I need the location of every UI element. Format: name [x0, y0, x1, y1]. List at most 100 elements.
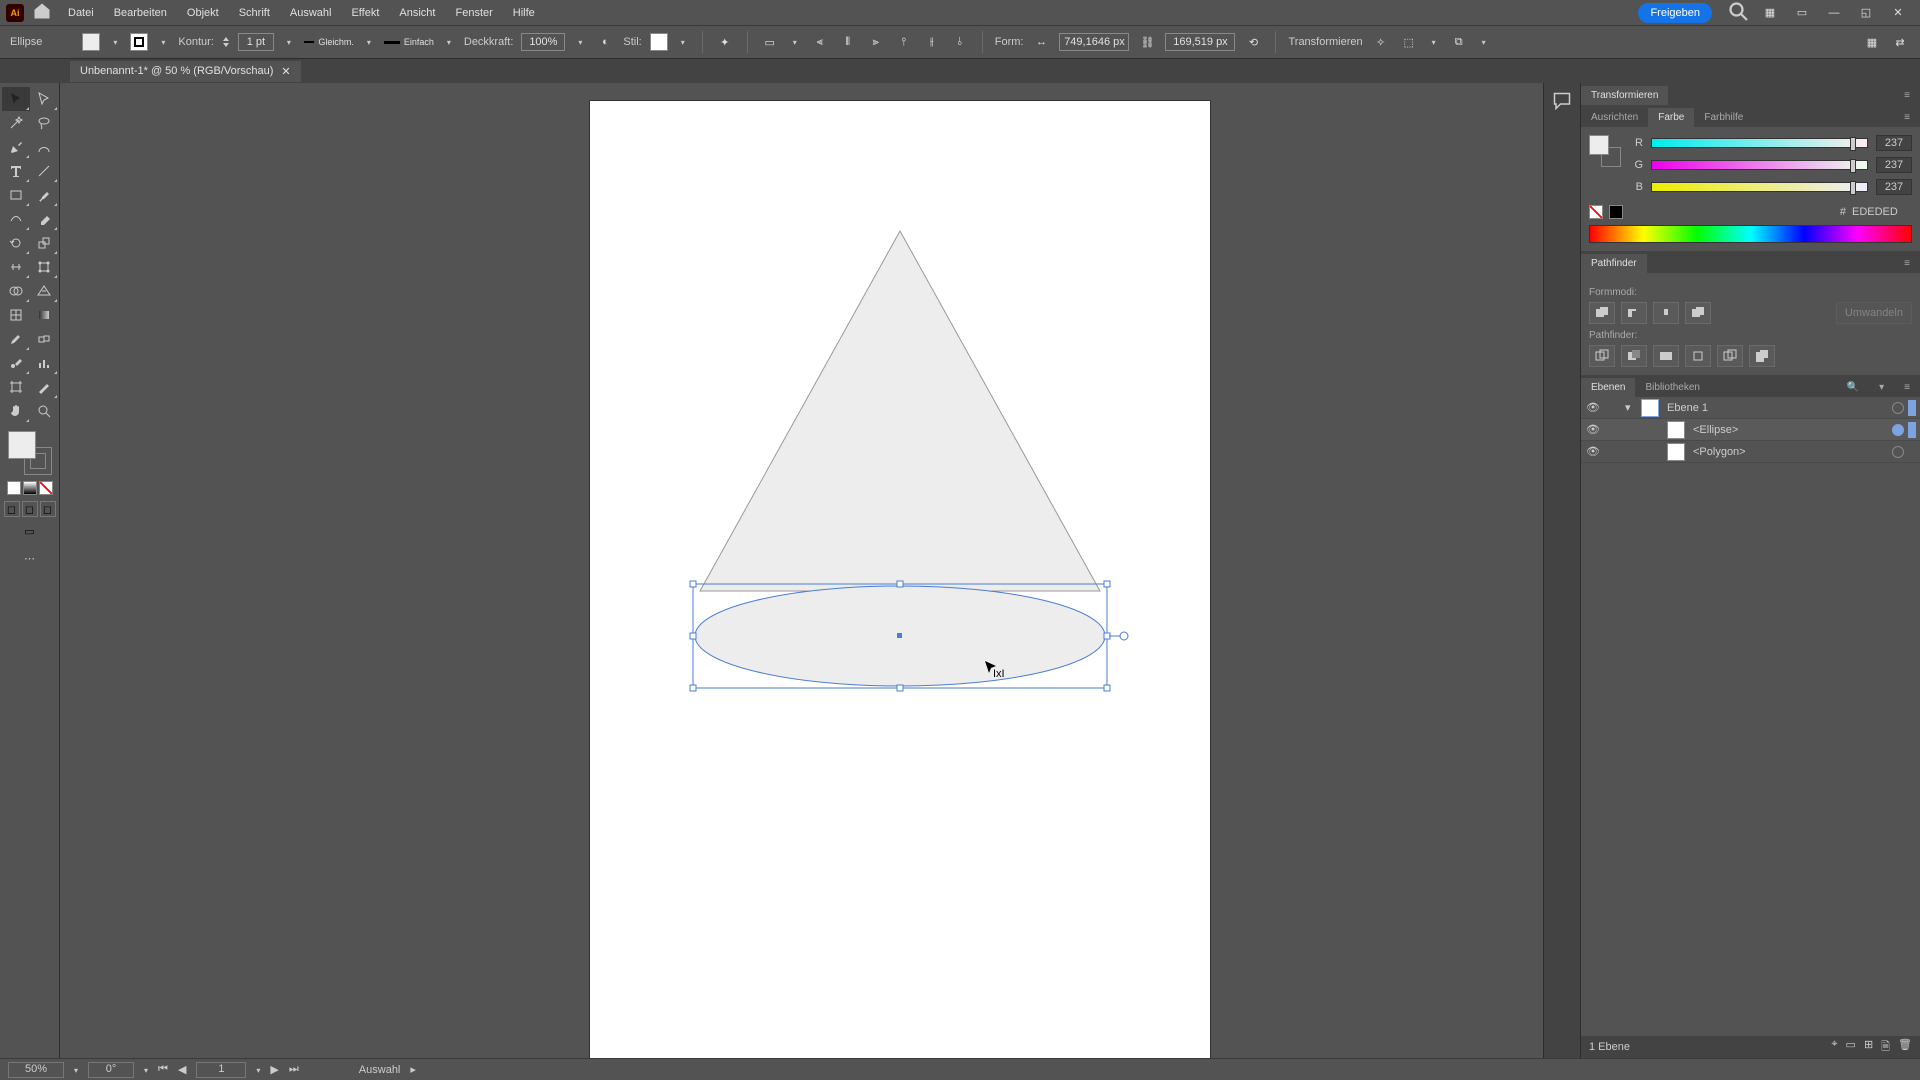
b-slider[interactable] [1651, 182, 1868, 192]
visibility-toggle-icon[interactable]: 👁 [1585, 401, 1601, 414]
scale-tool[interactable] [30, 231, 58, 255]
minus-back-button[interactable] [1749, 345, 1775, 367]
stroke-weight-down[interactable] [222, 42, 230, 48]
artboard-next-icon[interactable]: ▶ [270, 1063, 278, 1076]
draw-normal-icon[interactable]: ◻ [4, 501, 20, 517]
link-wh-icon[interactable]: ⛓ [1137, 32, 1157, 52]
properties-toggle-icon[interactable]: ⇄ [1890, 32, 1910, 52]
draw-behind-icon[interactable]: ◻ [22, 501, 38, 517]
stroke-weight-dropdown[interactable] [282, 38, 296, 47]
colorguide-panel-tab[interactable]: Farbhilfe [1694, 108, 1753, 127]
color-panel-tab[interactable]: Farbe [1648, 108, 1694, 127]
r-slider[interactable] [1651, 138, 1868, 148]
unite-button[interactable] [1589, 302, 1615, 324]
zoom-dropdown[interactable] [74, 1064, 78, 1076]
minimize-icon[interactable]: — [1822, 7, 1846, 19]
minus-front-button[interactable] [1621, 302, 1647, 324]
home-icon[interactable] [32, 1, 52, 24]
panel-menu-icon[interactable]: ≡ [1894, 86, 1920, 105]
stroke-weight-input[interactable]: 1 pt [238, 33, 274, 51]
none-color-swatch[interactable] [1589, 205, 1603, 219]
artboard-tool[interactable] [2, 375, 30, 399]
line-segment-tool[interactable] [30, 159, 58, 183]
gradient-tool[interactable] [30, 303, 58, 327]
zoom-tool[interactable] [30, 399, 58, 423]
sublayer-name-polygon[interactable]: <Polygon> [1689, 446, 1888, 458]
fill-stroke-indicator[interactable] [8, 431, 52, 475]
artboard-select[interactable]: 1 [196, 1062, 246, 1078]
menu-effekt[interactable]: Effekt [341, 3, 389, 23]
close-tab-icon[interactable]: ✕ [281, 65, 290, 78]
opacity-dropdown[interactable] [573, 38, 587, 47]
column-graph-tool[interactable] [30, 351, 58, 375]
visibility-toggle-icon[interactable]: 👁 [1585, 423, 1601, 436]
opacity-input[interactable]: 100% [521, 33, 565, 51]
slice-tool[interactable] [30, 375, 58, 399]
b-value-input[interactable]: 237 [1876, 179, 1912, 195]
eraser-tool[interactable] [30, 207, 58, 231]
layers-menu-icon[interactable]: ≡ [1894, 378, 1920, 397]
menu-hilfe[interactable]: Hilfe [503, 3, 545, 23]
layers-locate-icon[interactable]: ⌖ [1831, 1038, 1837, 1057]
layers-filter-icon[interactable]: ▾ [1869, 378, 1894, 397]
free-transform-tool[interactable] [30, 255, 58, 279]
recolor-artwork-icon[interactable]: ◐ [595, 32, 615, 52]
draw-inside-icon[interactable]: ◻ [40, 501, 56, 517]
pen-tool[interactable] [2, 135, 30, 159]
magic-wand-tool[interactable] [2, 111, 30, 135]
libraries-panel-tab[interactable]: Bibliotheken [1635, 378, 1709, 397]
layer-twisty-icon[interactable]: ▾ [1625, 401, 1637, 414]
layer-name[interactable]: Ebene 1 [1663, 402, 1888, 414]
shaper-tool[interactable] [2, 207, 30, 231]
intersect-button[interactable] [1653, 302, 1679, 324]
stroke-dropdown[interactable] [156, 38, 170, 47]
pathfinder-panel-tab[interactable]: Pathfinder [1581, 254, 1647, 273]
menu-datei[interactable]: Datei [58, 3, 104, 23]
stroke-profile-preview[interactable]: Gleichm. [304, 36, 354, 48]
brush-dropdown[interactable] [442, 38, 456, 47]
align-dropdown[interactable] [788, 38, 802, 47]
layers-new-sublayer-icon[interactable]: ⊞ [1864, 1038, 1873, 1057]
align-bottom-icon[interactable]: ⫰ [950, 32, 970, 52]
sublayer-target-icon[interactable] [1892, 424, 1904, 436]
transform-panel-tab[interactable]: Transformieren [1581, 86, 1668, 105]
edit-toolbar-icon[interactable]: ⋯ [24, 552, 35, 565]
black-white-swatch[interactable] [1609, 205, 1623, 219]
menu-bearbeiten[interactable]: Bearbeiten [104, 3, 177, 23]
isolate-icon[interactable]: ✧ [1371, 32, 1391, 52]
arrange-icon[interactable]: ⬚ [1399, 32, 1419, 52]
type-tool[interactable] [2, 159, 30, 183]
fill-swatch[interactable] [82, 33, 100, 51]
layer-row-ebene1[interactable]: 👁 ▾ Ebene 1 [1581, 397, 1920, 419]
align-left-icon[interactable]: ⫷ [810, 32, 830, 52]
brush-preview[interactable]: Einfach [384, 36, 434, 48]
pathfinder-menu-icon[interactable]: ≡ [1894, 254, 1920, 273]
blend-tool[interactable] [30, 327, 58, 351]
shape-builder-tool[interactable] [2, 279, 30, 303]
transform-label[interactable]: Transformieren [1288, 36, 1362, 48]
menu-fenster[interactable]: Fenster [445, 3, 502, 23]
layer-target-icon[interactable] [1892, 402, 1904, 414]
height-input[interactable]: 169,519 px [1165, 33, 1235, 51]
fill-dropdown[interactable] [108, 38, 122, 47]
layers-search-icon[interactable]: 🔍 [1837, 378, 1869, 397]
outline-button[interactable] [1717, 345, 1743, 367]
align-button[interactable]: ▭ [760, 32, 780, 52]
maximize-icon[interactable]: ◱ [1854, 6, 1878, 19]
crop-button[interactable] [1685, 345, 1711, 367]
layers-new-layer-icon[interactable]: 🗎 [1881, 1038, 1890, 1057]
artboard-dropdown[interactable] [256, 1064, 260, 1076]
artboard-next-last-icon[interactable]: ⏭ [289, 1063, 299, 1076]
direct-selection-tool[interactable] [30, 87, 58, 111]
eyedropper-tool[interactable] [2, 327, 30, 351]
layer-row-polygon[interactable]: 👁 <Polygon> [1581, 441, 1920, 463]
exclude-button[interactable] [1685, 302, 1711, 324]
screen-mode-icon[interactable]: ▭ [24, 525, 34, 538]
color-mode-swatch[interactable] [7, 481, 21, 495]
rotation-dropdown[interactable] [144, 1064, 148, 1076]
essentials-icon[interactable]: ▦ [1862, 32, 1882, 52]
menu-auswahl[interactable]: Auswahl [280, 3, 342, 23]
sublayer-name-ellipse[interactable]: <Ellipse> [1689, 424, 1888, 436]
mesh-tool[interactable] [2, 303, 30, 327]
layer-row-ellipse[interactable]: 👁 <Ellipse> [1581, 419, 1920, 441]
